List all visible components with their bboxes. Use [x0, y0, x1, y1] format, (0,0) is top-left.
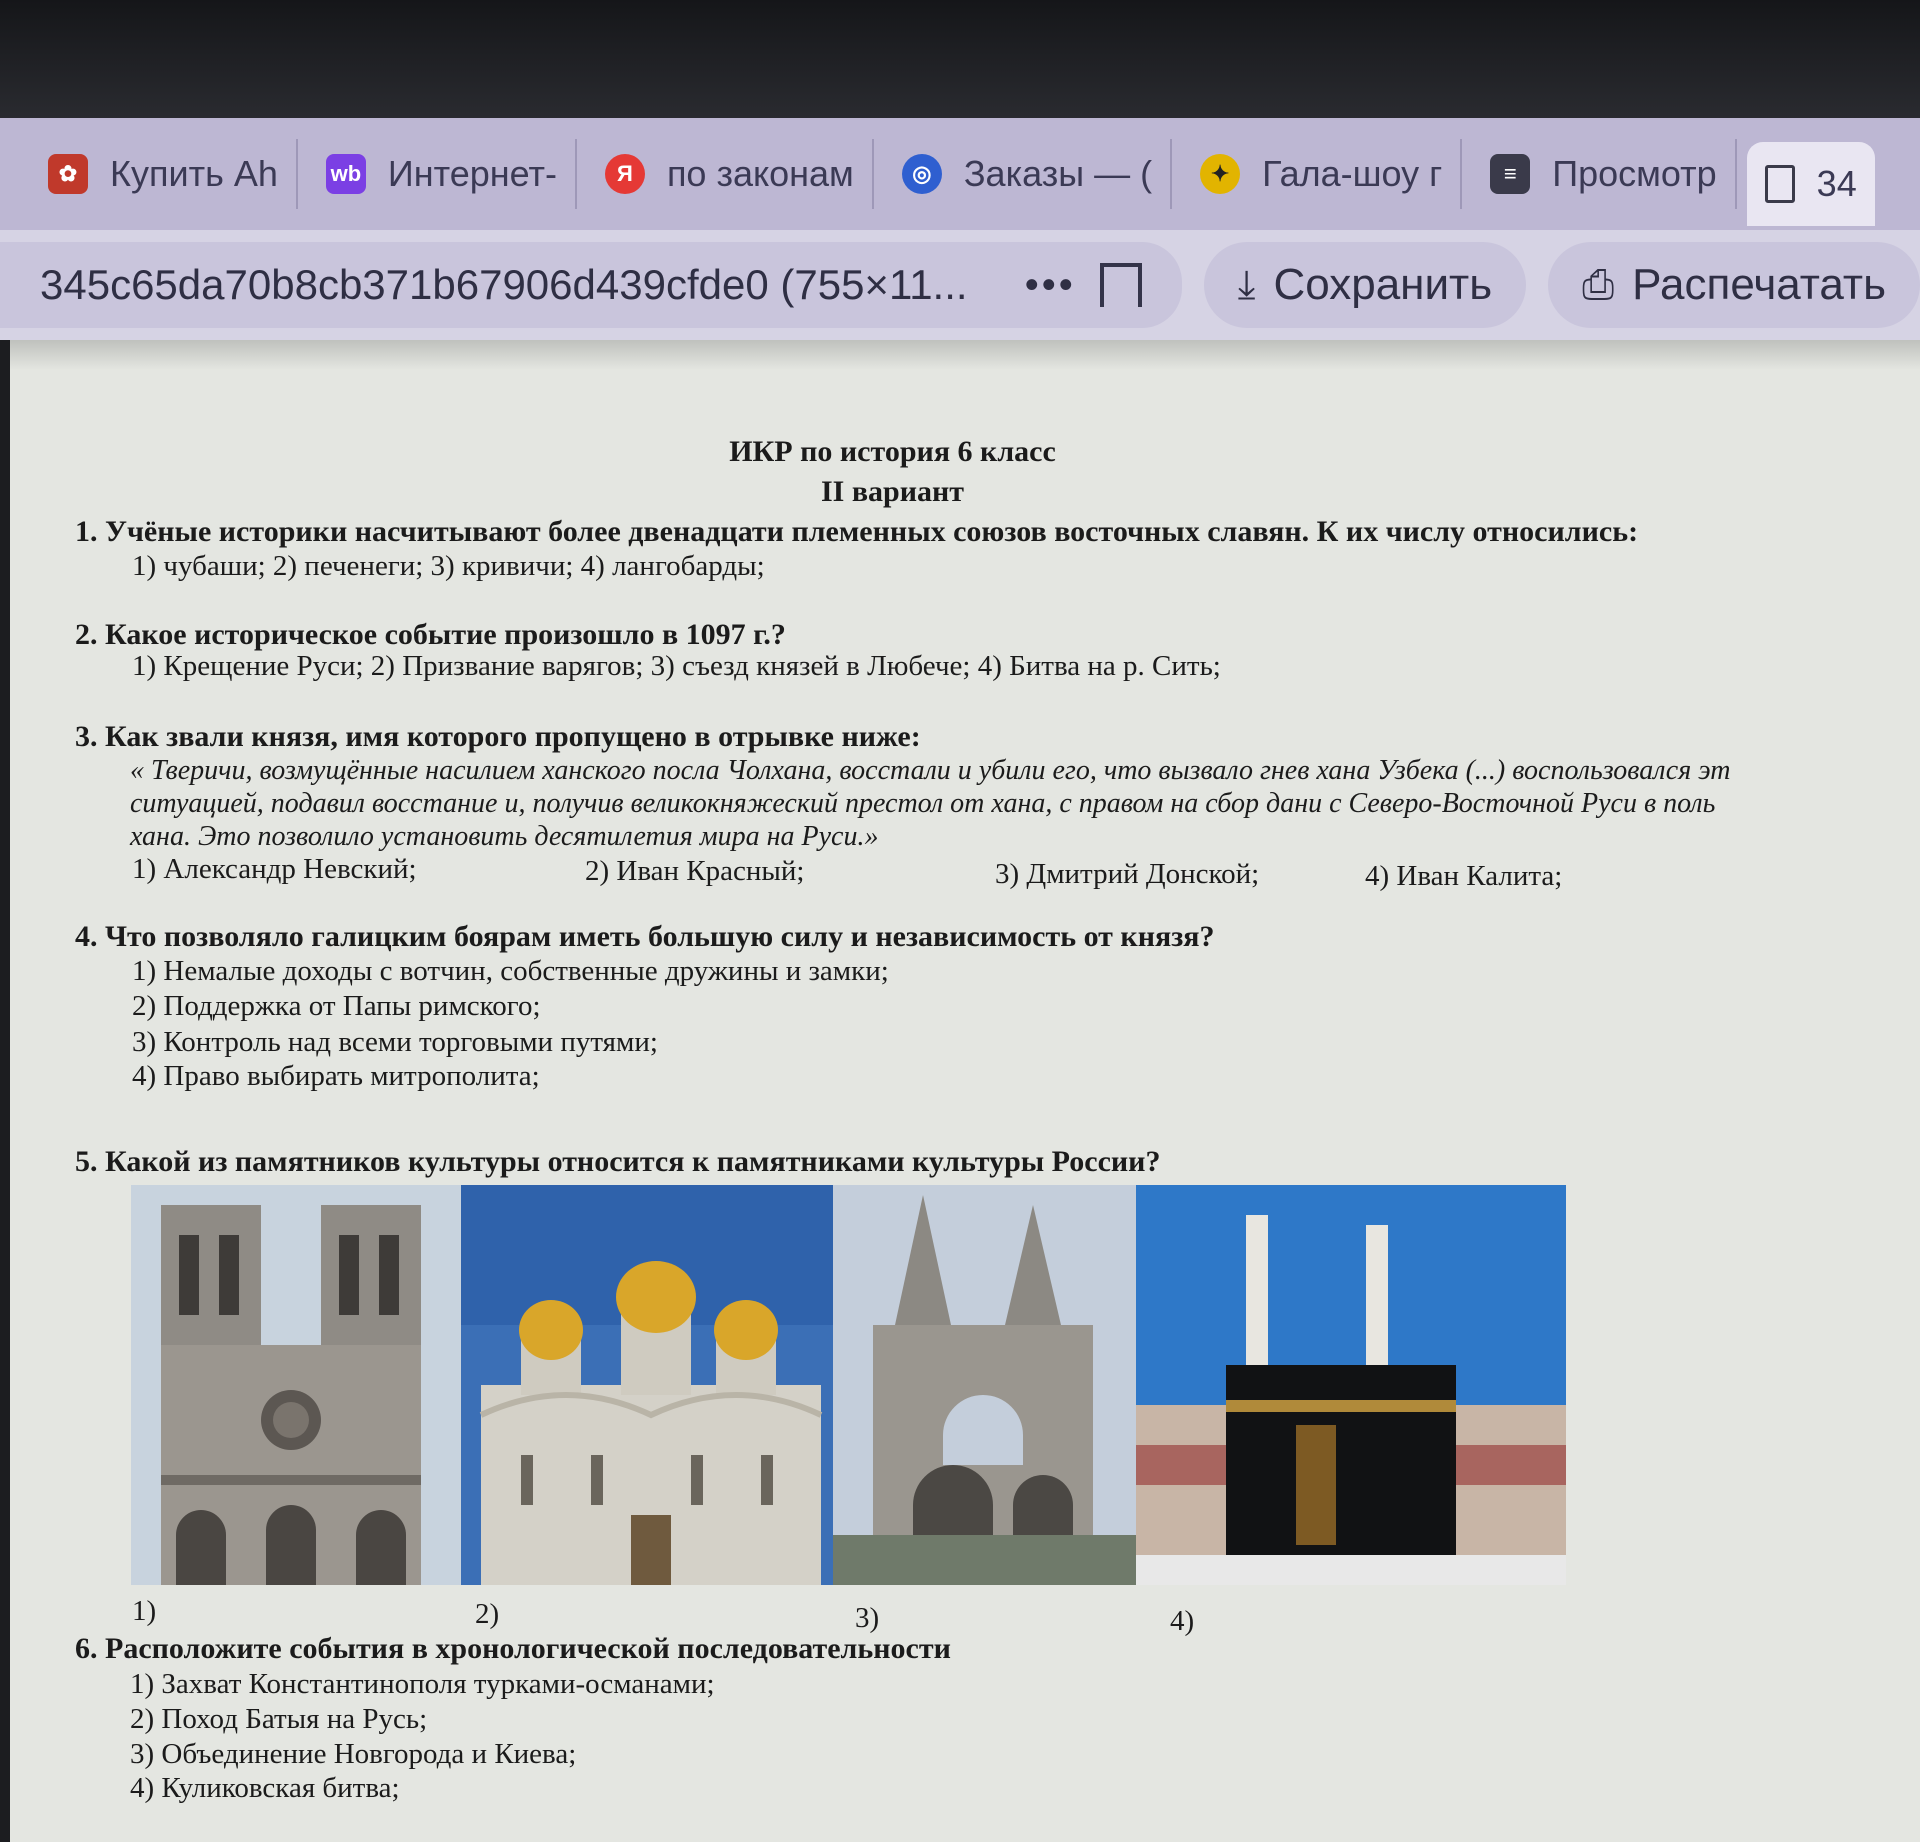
download-icon: ⤓: [1237, 262, 1256, 307]
document-page: ИКР по история 6 класс II вариант 1. Учё…: [10, 340, 1920, 1842]
screen-bezel: [0, 0, 1920, 120]
file-name: 345c65da70b8cb371b67906d439cfde0 (755×11…: [40, 261, 968, 308]
question-3: 3. Как звали князя, имя которого пропуще…: [75, 720, 921, 753]
question-5: 5. Какой из памятников культуры относитс…: [75, 1145, 1161, 1178]
gothic-ruins-image: [833, 1185, 1136, 1585]
question-4: 4. Что позволяло галицким боярам иметь б…: [75, 920, 1215, 953]
orders-icon: ◎: [901, 154, 942, 194]
question-6-option-2: 2) Поход Батыя на Русь;: [130, 1703, 428, 1735]
printer-icon: ⎙: [1582, 262, 1615, 307]
quote-line-1: « Тверичи, возмущённые насилием ханского…: [130, 755, 1731, 786]
tab-label: Купить Ah: [110, 153, 278, 194]
tab-zakonam[interactable]: Я по законам: [587, 139, 874, 209]
assumption-cathedral-image: [461, 1185, 833, 1585]
doc-title: ИКР по история 6 класс: [729, 435, 1056, 468]
question-3-option-3: 3) Дмитрий Донской;: [995, 858, 1260, 890]
image-caption-3: 3): [855, 1602, 880, 1634]
question-3-option-2: 2) Иван Красный;: [585, 855, 805, 887]
save-label: Сохранить: [1273, 260, 1493, 309]
question-2: 2. Какое историческое событие произошло …: [75, 618, 786, 651]
star-icon: ✦: [1200, 154, 1241, 194]
question-6-option-1: 1) Захват Константинополя турками-османа…: [130, 1668, 715, 1700]
question-2-options: 1) Крещение Руси; 2) Призвание варягов; …: [132, 650, 1221, 682]
question-6-option-4: 4) Куликовская битва;: [130, 1772, 400, 1804]
question-1-options: 1) чубаши; 2) печенеги; 3) кривичи; 4) л…: [132, 550, 765, 582]
image-caption-1: 1): [132, 1595, 157, 1627]
question-4-option-2: 2) Поддержка от Папы римского;: [132, 990, 541, 1022]
print-label: Распечатать: [1632, 260, 1886, 309]
question-1: 1. Учёные историки насчитывают более две…: [75, 515, 1639, 548]
question-3-option-4: 4) Иван Калита;: [1365, 860, 1563, 892]
kaaba-image: [1136, 1185, 1566, 1585]
question-4-option-1: 1) Немалые доходы с вотчин, собственные …: [132, 955, 889, 987]
tab-internet[interactable]: wb Интернет-: [308, 139, 577, 209]
notre-dame-image: [131, 1185, 461, 1585]
tab-zakazy[interactable]: ◎ Заказы — (: [884, 139, 1173, 209]
wb-icon: wb: [325, 154, 366, 194]
tab-bar: ✿ Купить Ah wb Интернет- Я по законам ◎ …: [0, 118, 1920, 230]
more-icon[interactable]: •••: [1025, 263, 1076, 308]
tab-kupit[interactable]: ✿ Купить Ah: [30, 139, 298, 209]
tab-label: Интернет-: [387, 153, 557, 194]
question-6-option-3: 3) Объединение Новгорода и Киева;: [130, 1738, 577, 1770]
tab-label: по законам: [666, 153, 854, 194]
tab-gala-show[interactable]: ✦ Гала-шоу г: [1182, 139, 1463, 209]
file-name-field[interactable]: 345c65da70b8cb371b67906d439cfde0 (755×11…: [0, 242, 1182, 328]
tab-label: Заказы — (: [963, 153, 1153, 194]
bookmark-icon[interactable]: [1099, 263, 1142, 307]
save-button[interactable]: ⤓ Сохранить: [1203, 242, 1527, 328]
question-4-option-3: 3) Контроль над всеми торговыми путями;: [132, 1026, 658, 1058]
quote-line-3: хана. Это позволило установить десятилет…: [130, 821, 879, 852]
tab-current[interactable]: 34: [1746, 142, 1875, 226]
image-caption-2: 2): [475, 1598, 500, 1630]
file-icon: [1764, 165, 1795, 203]
doc-variant: II вариант: [820, 475, 965, 508]
tab-prosmotr[interactable]: ≡ Просмотр: [1472, 139, 1737, 209]
document-icon: ≡: [1490, 154, 1531, 194]
address-bar: 345c65da70b8cb371b67906d439cfde0 (755×11…: [0, 230, 1920, 340]
question-4-option-4: 4) Право выбирать митрополита;: [132, 1060, 540, 1092]
tab-label: 34: [1816, 163, 1857, 204]
yandex-icon: Я: [604, 154, 645, 194]
quote-line-2: ситуацией, подавил восстание и, получив …: [130, 788, 1716, 819]
tab-label: Гала-шоу г: [1262, 153, 1443, 194]
tab-label: Просмотр: [1552, 153, 1717, 194]
print-button[interactable]: ⎙ Распечатать: [1548, 242, 1920, 328]
monument-images: [131, 1185, 1566, 1585]
question-3-option-1: 1) Александр Невский;: [132, 853, 417, 885]
flower-icon: ✿: [48, 154, 88, 194]
image-caption-4: 4): [1170, 1605, 1195, 1637]
question-6: 6. Расположите события в хронологической…: [75, 1632, 951, 1665]
